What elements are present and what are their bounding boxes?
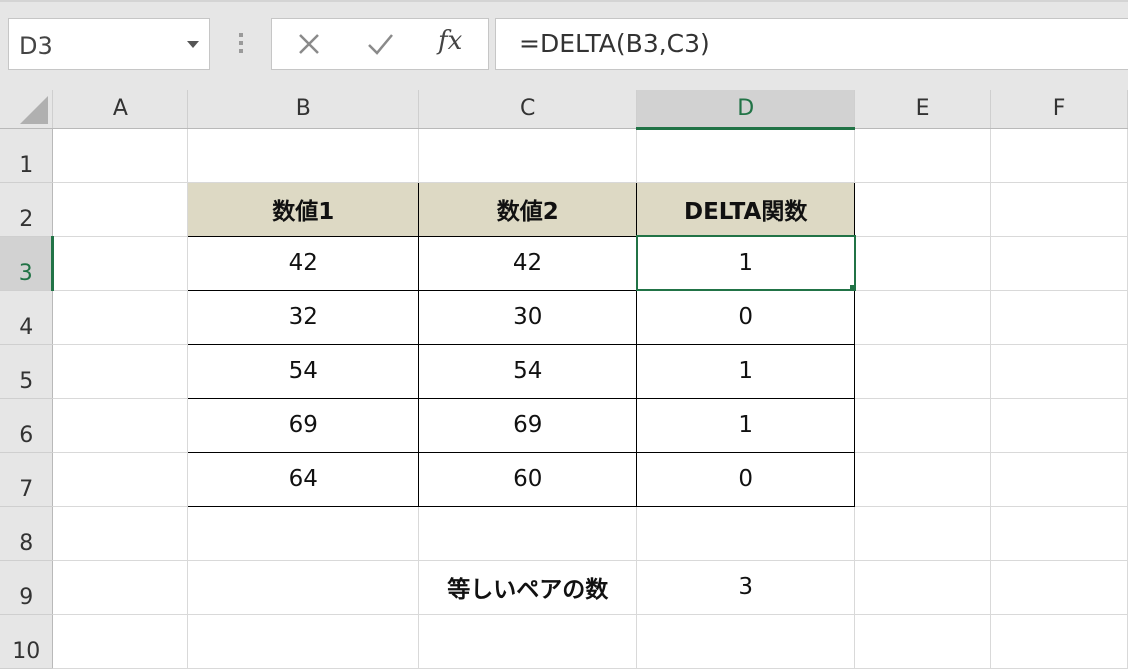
summary-label[interactable]: 等しいペアの数 xyxy=(418,560,638,615)
cell-a3[interactable] xyxy=(52,236,189,291)
cell-d8[interactable] xyxy=(636,506,856,561)
cell-d10[interactable] xyxy=(636,614,856,669)
fill-handle[interactable] xyxy=(848,284,853,288)
row-header-5[interactable]: 5 xyxy=(0,344,54,399)
cell-b3[interactable]: 42 xyxy=(187,235,420,291)
column-header-e[interactable]: E xyxy=(854,90,992,129)
cell-e5[interactable] xyxy=(854,344,992,399)
active-cell-d3[interactable]: 1 xyxy=(635,235,856,291)
cell-b10[interactable] xyxy=(187,614,420,669)
cell-f9[interactable] xyxy=(990,560,1128,615)
table-header-delta[interactable]: DELTA関数 xyxy=(636,181,856,237)
cell-f4[interactable] xyxy=(990,290,1128,345)
row-header-8[interactable]: 8 xyxy=(0,506,54,561)
more-options-icon[interactable] xyxy=(239,33,243,57)
row-header-7[interactable]: 7 xyxy=(0,452,54,507)
cell-c4[interactable]: 30 xyxy=(418,289,638,345)
cell-e2[interactable] xyxy=(854,182,992,237)
cell-b7[interactable]: 64 xyxy=(187,451,420,507)
cell-f7[interactable] xyxy=(990,452,1128,507)
formula-bar-area: D3 fx =DELTA(B3,C3) xyxy=(0,0,1128,90)
cell-d6[interactable]: 1 xyxy=(636,397,856,453)
cell-f3[interactable] xyxy=(990,236,1128,291)
cell-c6[interactable]: 69 xyxy=(418,397,638,453)
column-header-a[interactable]: A xyxy=(52,90,189,129)
cell-a7[interactable] xyxy=(52,452,189,507)
row-header-6[interactable]: 6 xyxy=(0,398,54,453)
cell-b1[interactable] xyxy=(187,128,420,183)
column-header-d[interactable]: D xyxy=(636,90,856,130)
enter-icon[interactable] xyxy=(365,29,395,59)
dropdown-arrow-icon[interactable] xyxy=(187,41,199,48)
cell-a10[interactable] xyxy=(52,614,189,669)
cell-d3-value: 1 xyxy=(738,250,753,276)
row-header-10[interactable]: 10 xyxy=(0,614,54,669)
spreadsheet-grid: A B C D E F 1 2 数値1 数値2 DELTA関数 3 42 42 … xyxy=(0,90,1128,669)
row-header-2[interactable]: 2 xyxy=(0,182,54,237)
cell-d5[interactable]: 1 xyxy=(636,343,856,399)
cell-c1[interactable] xyxy=(418,128,638,183)
cell-a4[interactable] xyxy=(52,290,189,345)
cell-e4[interactable] xyxy=(854,290,992,345)
cell-e6[interactable] xyxy=(854,398,992,453)
cell-a6[interactable] xyxy=(52,398,189,453)
cell-b5[interactable]: 54 xyxy=(187,343,420,399)
select-all-icon[interactable] xyxy=(0,90,54,129)
table-header-value2[interactable]: 数値2 xyxy=(418,181,638,237)
row-header-3[interactable]: 3 xyxy=(0,236,55,291)
insert-function-icon[interactable]: fx xyxy=(438,26,462,56)
cell-a1[interactable] xyxy=(52,128,189,183)
name-box-value: D3 xyxy=(19,32,53,60)
formula-input[interactable]: =DELTA(B3,C3) xyxy=(495,18,1128,70)
cell-e1[interactable] xyxy=(854,128,992,183)
cell-b4[interactable]: 32 xyxy=(187,289,420,345)
row-header-1[interactable]: 1 xyxy=(0,128,54,183)
cell-a9[interactable] xyxy=(52,560,189,615)
cell-d1[interactable] xyxy=(636,128,856,183)
cell-f6[interactable] xyxy=(990,398,1128,453)
cell-f10[interactable] xyxy=(990,614,1128,669)
column-header-f[interactable]: F xyxy=(990,90,1128,129)
cell-f1[interactable] xyxy=(990,128,1128,183)
cell-e9[interactable] xyxy=(854,560,992,615)
cell-c10[interactable] xyxy=(418,614,638,669)
cell-f8[interactable] xyxy=(990,506,1128,561)
ribbon-edge xyxy=(0,0,1128,2)
cell-c7[interactable]: 60 xyxy=(418,451,638,507)
summary-value[interactable]: 3 xyxy=(636,560,856,615)
cancel-icon[interactable] xyxy=(294,29,324,59)
column-header-c[interactable]: C xyxy=(418,90,638,129)
cell-c8[interactable] xyxy=(418,506,638,561)
cell-e7[interactable] xyxy=(854,452,992,507)
cell-c5[interactable]: 54 xyxy=(418,343,638,399)
cell-d4[interactable]: 0 xyxy=(636,289,856,345)
cell-d7[interactable]: 0 xyxy=(636,451,856,507)
cell-e8[interactable] xyxy=(854,506,992,561)
row-header-9[interactable]: 9 xyxy=(0,560,54,615)
cell-a2[interactable] xyxy=(52,182,189,237)
cell-b8[interactable] xyxy=(187,506,420,561)
formula-buttons: fx xyxy=(271,18,489,70)
cell-c3[interactable]: 42 xyxy=(418,235,638,291)
cell-b9[interactable] xyxy=(187,560,420,615)
cell-b6[interactable]: 69 xyxy=(187,397,420,453)
cell-a8[interactable] xyxy=(52,506,189,561)
cell-e3[interactable] xyxy=(854,236,992,291)
cell-f5[interactable] xyxy=(990,344,1128,399)
cell-e10[interactable] xyxy=(854,614,992,669)
name-box[interactable]: D3 xyxy=(8,18,210,70)
row-header-4[interactable]: 4 xyxy=(0,290,54,345)
formula-text: =DELTA(B3,C3) xyxy=(519,29,710,58)
table-header-value1[interactable]: 数値1 xyxy=(187,181,420,237)
column-header-b[interactable]: B xyxy=(187,90,420,129)
cell-f2[interactable] xyxy=(990,182,1128,237)
cell-a5[interactable] xyxy=(52,344,189,399)
